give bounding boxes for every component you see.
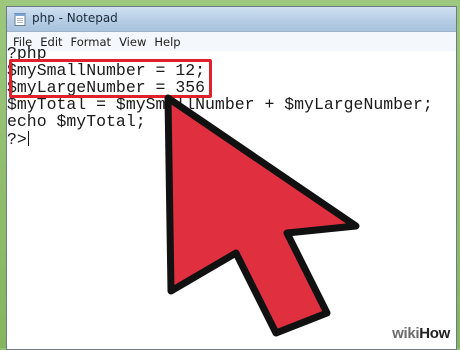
text-caret: [27, 131, 29, 146]
notepad-icon: [14, 13, 26, 26]
window-title: php - Notepad: [32, 11, 118, 25]
wikihow-watermark: wikiHow: [392, 325, 450, 342]
notepad-window: php - Notepad File Edit Format View Help: [6, 6, 457, 350]
title-bar[interactable]: php - Notepad: [7, 7, 456, 32]
code-line-5: echo $myTotal;: [7, 112, 146, 131]
code-line-6: ?>: [7, 131, 29, 148]
watermark-wiki: wiki: [392, 325, 420, 342]
menu-view[interactable]: View: [119, 35, 146, 49]
menu-help[interactable]: Help: [154, 35, 180, 49]
code-line-4: $myTotal = $mySmallNumber + $myLargeNumb…: [7, 95, 433, 114]
watermark-how: How: [419, 325, 450, 342]
menu-bar: File Edit Format View Help: [7, 32, 456, 52]
highlight-box: [9, 59, 212, 98]
code-line-6-text: ?>: [7, 130, 27, 149]
menu-format[interactable]: Format: [71, 35, 112, 49]
